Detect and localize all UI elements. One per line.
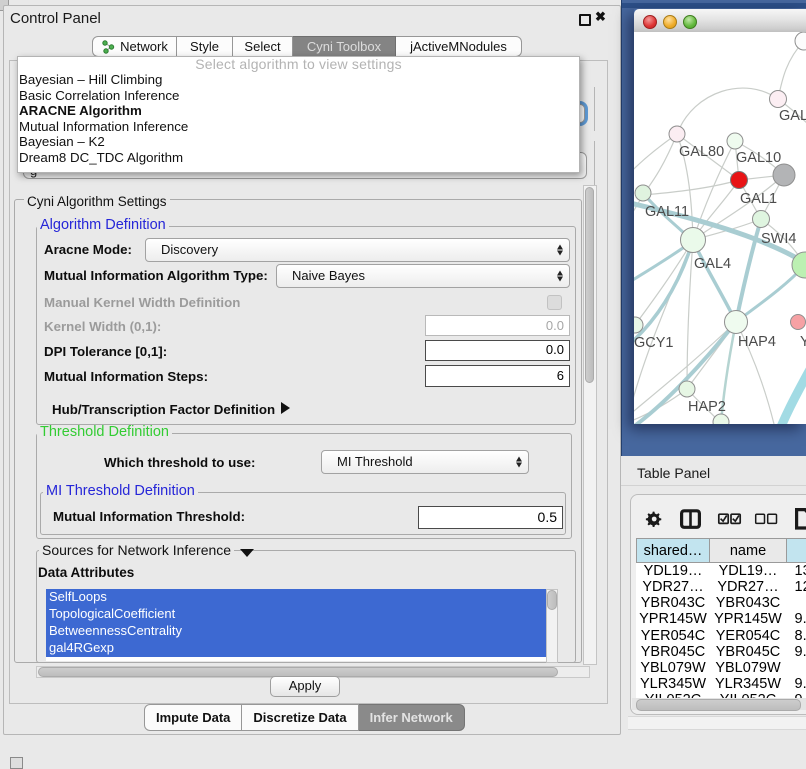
svg-text:GAL10: GAL10 (736, 150, 781, 166)
svg-text:HAP2: HAP2 (688, 399, 726, 415)
svg-text:Y: Y (800, 334, 806, 350)
svg-text:GAL2: GAL2 (779, 108, 806, 124)
svg-text:HAP4: HAP4 (738, 334, 776, 350)
svg-text:GAL4: GAL4 (694, 256, 731, 272)
svg-text:GAL11: GAL11 (645, 204, 689, 220)
svg-text:SWI4: SWI4 (761, 231, 796, 247)
svg-text:GAL1: GAL1 (740, 191, 777, 207)
svg-text:GAL80: GAL80 (679, 144, 724, 160)
svg-text:GCY1: GCY1 (634, 335, 674, 351)
